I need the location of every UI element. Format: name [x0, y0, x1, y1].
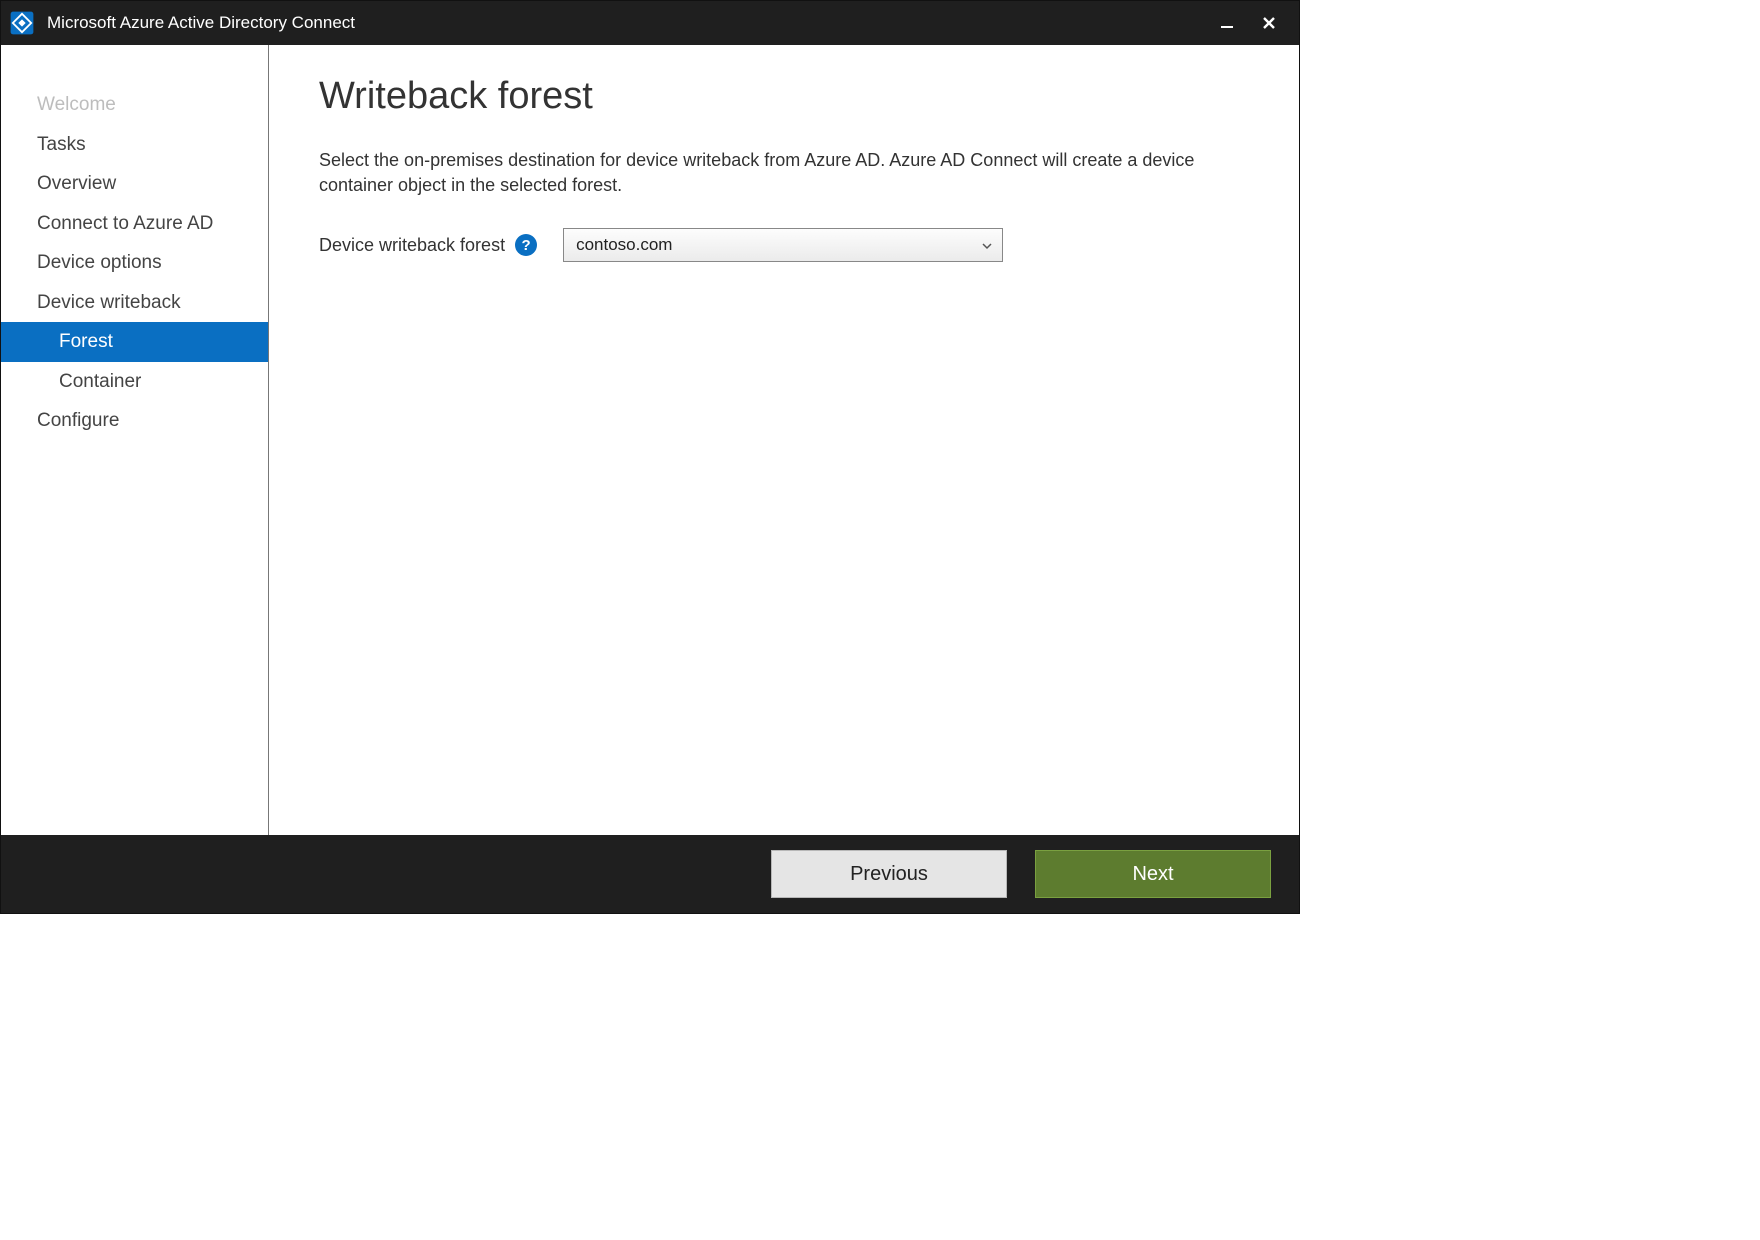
window-body: Welcome Tasks Overview Connect to Azure …: [1, 45, 1299, 835]
sidebar-item-tasks[interactable]: Tasks: [1, 125, 268, 165]
help-icon[interactable]: ?: [515, 234, 537, 256]
forest-field-row: Device writeback forest ? contoso.com: [319, 228, 1249, 262]
close-button[interactable]: [1257, 11, 1281, 35]
azure-logo-icon: [9, 10, 35, 36]
window-controls: [1215, 11, 1291, 35]
sidebar-item-label: Tasks: [37, 134, 86, 155]
window-title: Microsoft Azure Active Directory Connect: [47, 13, 1215, 33]
sidebar-item-label: Device writeback: [37, 292, 181, 313]
sidebar-item-forest[interactable]: Forest: [1, 322, 268, 362]
minimize-button[interactable]: [1215, 11, 1239, 35]
sidebar-item-connect-azure-ad[interactable]: Connect to Azure AD: [1, 204, 268, 244]
wizard-sidebar: Welcome Tasks Overview Connect to Azure …: [1, 45, 269, 835]
sidebar-item-label: Container: [59, 371, 141, 392]
wizard-footer: Previous Next: [1, 835, 1299, 913]
previous-button[interactable]: Previous: [771, 850, 1007, 898]
chevron-down-icon: [982, 235, 992, 255]
sidebar-item-label: Device options: [37, 252, 162, 273]
sidebar-item-configure[interactable]: Configure: [1, 401, 268, 441]
sidebar-item-overview[interactable]: Overview: [1, 164, 268, 204]
sidebar-item-label: Overview: [37, 173, 116, 194]
sidebar-item-device-options[interactable]: Device options: [1, 243, 268, 283]
sidebar-item-device-writeback[interactable]: Device writeback: [1, 283, 268, 323]
sidebar-item-label: Configure: [37, 410, 119, 431]
app-window: Microsoft Azure Active Directory Connect…: [0, 0, 1300, 914]
next-button-label: Next: [1132, 863, 1173, 886]
previous-button-label: Previous: [850, 863, 928, 886]
main-content: Writeback forest Select the on-premises …: [269, 45, 1299, 835]
sidebar-item-welcome[interactable]: Welcome: [1, 85, 268, 125]
page-title: Writeback forest: [319, 75, 1249, 118]
titlebar: Microsoft Azure Active Directory Connect: [1, 1, 1299, 45]
forest-field-label: Device writeback forest: [319, 235, 505, 256]
sidebar-item-label: Welcome: [37, 94, 116, 115]
next-button[interactable]: Next: [1035, 850, 1271, 898]
sidebar-item-label: Connect to Azure AD: [37, 213, 213, 234]
sidebar-item-label: Forest: [59, 331, 113, 352]
forest-dropdown[interactable]: contoso.com: [563, 228, 1003, 262]
sidebar-item-container[interactable]: Container: [1, 362, 268, 402]
page-description: Select the on-premises destination for d…: [319, 148, 1249, 198]
forest-dropdown-value: contoso.com: [576, 235, 672, 255]
